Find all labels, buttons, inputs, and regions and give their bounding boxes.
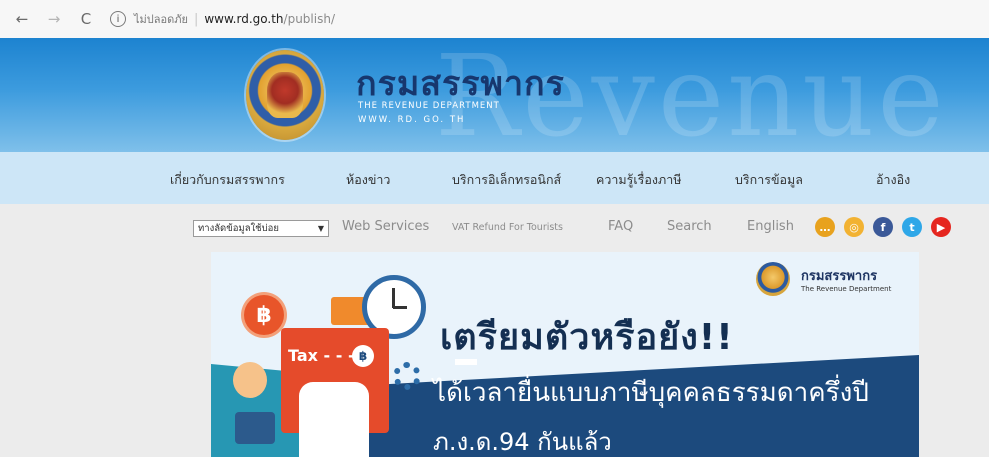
promo-banner[interactable]: กรมสรรพากร The Revenue Department ฿ Tax … [211,252,919,457]
security-label[interactable]: ไม่ปลอดภัย [134,10,188,28]
nav-item-e-services[interactable]: บริการอิเล็กทรอนิกส์ [452,170,561,190]
shortcut-select[interactable]: ทางลัดข้อมูลใช้บ่อย ▼ [193,220,329,237]
search-link[interactable]: Search [667,219,712,234]
banner-subheadline: ได้เวลายื่นแบบภาษีบุคคลธรรมดาครึ่งปี [433,378,869,408]
faq-link[interactable]: FAQ [608,219,633,234]
back-arrow-icon[interactable]: ← [12,10,32,28]
info-icon[interactable]: i [110,11,126,27]
gear-icon [393,362,421,390]
revenue-seal-logo[interactable] [246,50,324,140]
small-baht-coin-icon: ฿ [352,345,374,367]
seal-emblem [267,72,303,118]
nav-item-tax-knowledge[interactable]: ความรู้เรื่องภาษี [596,170,681,190]
site-title-en: THE REVENUE DEPARTMENT [358,101,500,111]
facebook-icon[interactable]: f [873,217,893,237]
tax-label: Tax - - - [288,346,355,365]
utility-bar: ทางลัดข้อมูลใช้บ่อย ▼ Web Services VAT R… [0,204,989,252]
youtube-icon[interactable]: ▶ [931,217,951,237]
clock-hour-hand [392,288,395,308]
clock-minute-hand [393,306,407,309]
main-navigation: เกี่ยวกับกรมสรรพากร ห้องข่าว บริการอิเล็… [0,152,989,204]
shortcut-select-value: ทางลัดข้อมูลใช้บ่อย [198,223,279,234]
person-icon [233,362,267,398]
reload-icon[interactable]: C [76,10,96,28]
nav-item-about[interactable]: เกี่ยวกับกรมสรรพากร [170,170,285,190]
banner-form-name: ภ.ง.ด.94 กันแล้ว [433,428,612,456]
chevron-down-icon: ▼ [317,224,324,233]
wallet-icon [235,412,275,444]
site-header: Revenue กรมสรรพากร THE REVENUE DEPARTMEN… [0,38,989,152]
rss-icon[interactable]: ◎ [844,217,864,237]
chat-icon[interactable]: … [815,217,835,237]
url-path: /publish/ [283,12,335,26]
english-link[interactable]: English [747,219,794,234]
twitter-icon[interactable]: t [902,217,922,237]
banner-seal-logo [756,262,790,296]
nav-item-information[interactable]: บริการข้อมูล [735,170,803,190]
web-services-link[interactable]: Web Services [342,219,429,234]
banner-headline: เตรียมตัวหรือยัง!! [440,317,734,358]
address-bar[interactable]: www.rd.go.th/publish/ [204,12,335,26]
vat-refund-link[interactable]: VAT Refund For Tourists [452,222,563,233]
nav-item-news[interactable]: ห้องข่าว [346,170,390,190]
banner-brand-en: The Revenue Department [801,285,892,293]
site-title-www: WWW. RD. GO. TH [358,115,466,125]
banner-brand-th: กรมสรรพากร [801,269,878,284]
browser-toolbar: ← → C i ไม่ปลอดภัย | www.rd.go.th/publis… [0,0,989,38]
hand-icon [299,382,369,457]
baht-coin-icon: ฿ [244,295,284,335]
forward-arrow-icon[interactable]: → [44,10,64,28]
address-divider: | [193,11,199,27]
url-host: www.rd.go.th [204,12,284,26]
nav-item-reference[interactable]: อ้างอิง [876,170,910,190]
